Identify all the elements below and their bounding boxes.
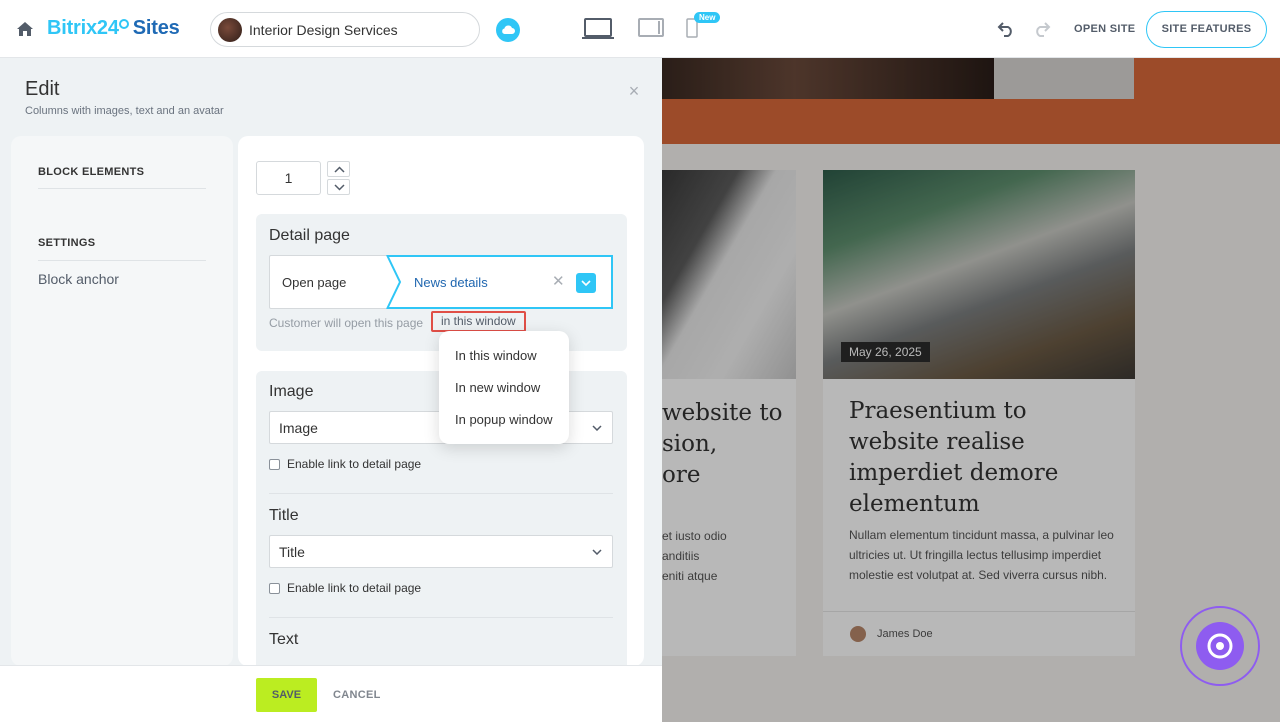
checkbox[interactable]: [269, 459, 280, 470]
open-mode-menu: In this window In new window In popup wi…: [439, 331, 569, 444]
assistant-icon: [1207, 633, 1233, 659]
detail-page-label: Detail page: [269, 227, 350, 244]
assistant-button[interactable]: [1180, 606, 1260, 686]
detail-page-section: Detail page Open page News details ✕ Cus…: [256, 214, 627, 351]
selected-page-field[interactable]: News details ✕: [388, 255, 613, 309]
clock-icon: [118, 19, 129, 29]
open-site-link[interactable]: OPEN SITE: [1074, 23, 1135, 35]
panel-title: Edit: [25, 78, 60, 100]
menu-item-this-window[interactable]: In this window: [455, 348, 537, 363]
title-select[interactable]: Title: [269, 535, 613, 568]
cloud-icon: [502, 25, 515, 34]
field-divider: [269, 493, 613, 494]
undo-icon[interactable]: [997, 21, 1015, 37]
open-hint-text: Customer will open this page: [269, 316, 424, 330]
open-page-field[interactable]: Open page News details ✕: [269, 255, 613, 309]
chevron-down-icon: [592, 549, 602, 555]
count-input[interactable]: 1: [256, 161, 321, 195]
checkbox[interactable]: [269, 583, 280, 594]
chevron-down-icon: [592, 425, 602, 431]
sidebar-divider: [38, 188, 206, 189]
image-select-value: Image: [279, 420, 318, 436]
title-label: Title: [269, 507, 299, 524]
desktop-view-icon[interactable]: [581, 17, 615, 41]
panel-sidebar: BLOCK ELEMENTS SETTINGS Block anchor: [11, 136, 233, 666]
page-dropdown-button[interactable]: [576, 273, 596, 293]
open-mode-link[interactable]: in this window: [431, 311, 526, 332]
panel-subtitle: Columns with images, text and an avatar: [25, 105, 224, 117]
open-page-label: Open page: [282, 275, 347, 290]
logo-brand: Bitrix24: [47, 17, 119, 39]
checkbox-label: Enable link to detail page: [287, 457, 422, 471]
sidebar-item-block-anchor[interactable]: Block anchor: [38, 271, 119, 287]
cloud-button[interactable]: [496, 18, 520, 42]
new-badge: New: [694, 12, 721, 23]
chevron-down-icon: [334, 184, 345, 191]
tablet-view-icon[interactable]: [638, 18, 664, 38]
sidebar-item-block-elements[interactable]: BLOCK ELEMENTS: [38, 166, 144, 178]
checkbox-label: Enable link to detail page: [287, 581, 422, 595]
cancel-button[interactable]: CANCEL: [333, 689, 381, 701]
site-selector[interactable]: Interior Design Services: [210, 12, 480, 47]
site-avatar: [218, 18, 242, 42]
sidebar-divider: [38, 260, 206, 261]
menu-item-popup-window[interactable]: In popup window: [455, 412, 553, 427]
image-label: Image: [269, 383, 314, 400]
stepper-up-button[interactable]: [327, 161, 350, 177]
top-bar: Bitrix24 Sites Interior Design Services N…: [0, 0, 1280, 58]
chevron-up-icon: [334, 166, 345, 173]
site-features-button[interactable]: SITE FEATURES: [1146, 11, 1267, 48]
home-icon[interactable]: [16, 21, 34, 37]
title-select-value: Title: [279, 544, 305, 560]
panel-footer: SAVE CANCEL: [0, 665, 662, 722]
site-name: Interior Design Services: [249, 22, 398, 38]
sidebar-item-settings[interactable]: SETTINGS: [38, 237, 95, 249]
close-icon[interactable]: ×: [626, 82, 642, 100]
menu-item-new-window[interactable]: In new window: [455, 380, 540, 395]
text-label: Text: [269, 631, 299, 648]
app-logo[interactable]: Bitrix24 Sites: [47, 17, 180, 40]
selected-page-label: News details: [414, 275, 488, 290]
redo-icon[interactable]: [1033, 21, 1051, 37]
field-divider: [269, 617, 613, 618]
stepper-down-button[interactable]: [327, 179, 350, 195]
chevron-down-icon: [581, 280, 591, 286]
save-button[interactable]: SAVE: [256, 678, 317, 712]
logo-product: Sites: [132, 17, 180, 39]
clear-icon[interactable]: ✕: [552, 272, 565, 290]
